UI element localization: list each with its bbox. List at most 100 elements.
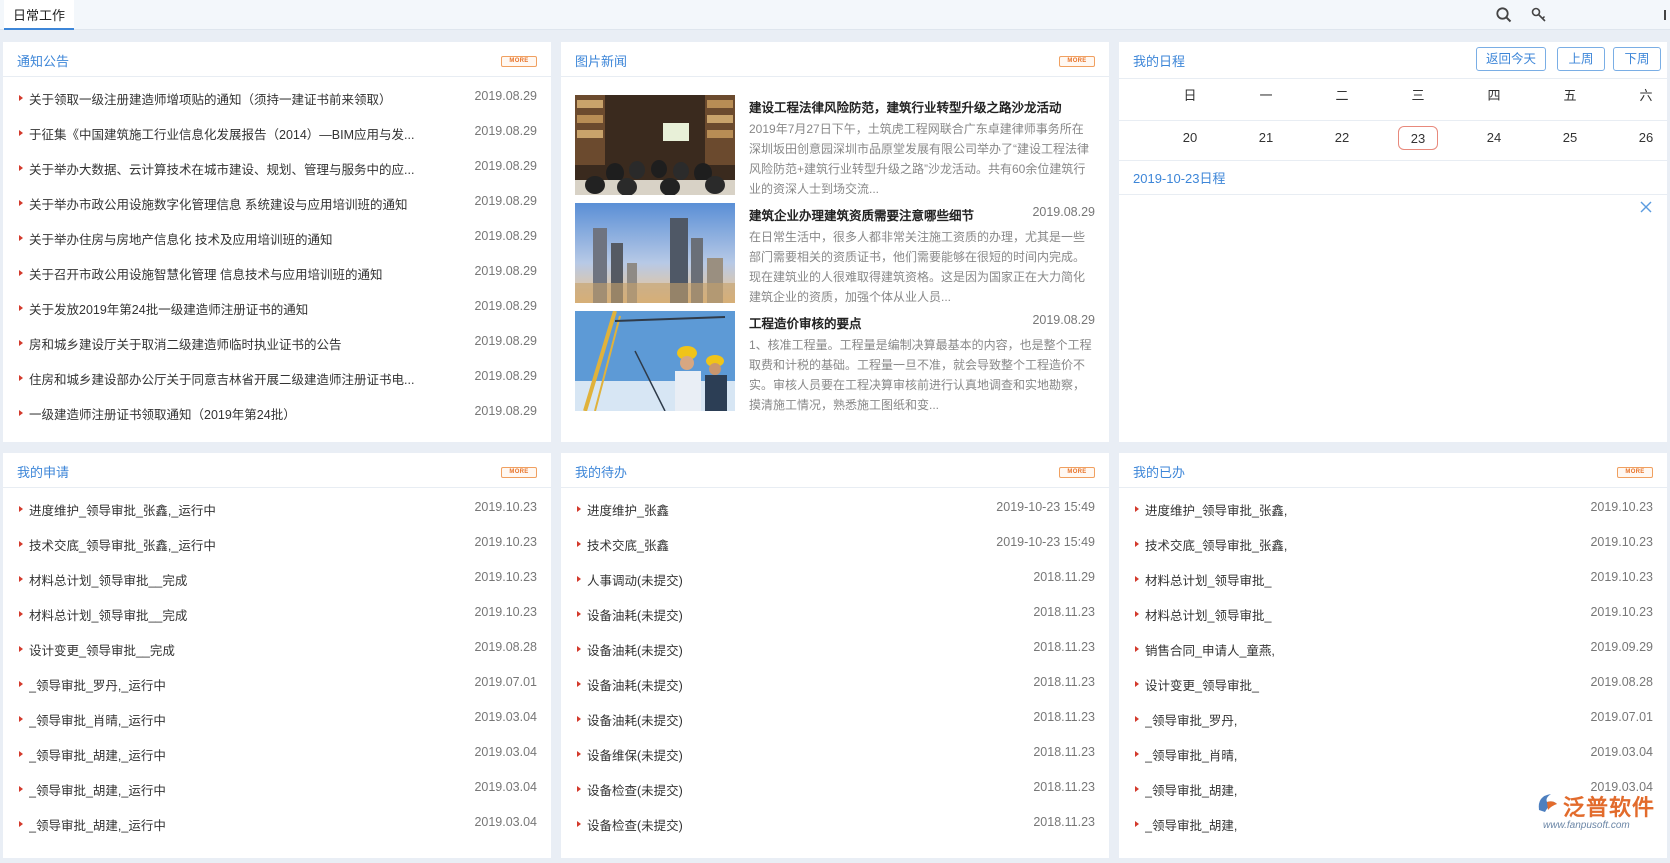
divider: [1119, 78, 1667, 79]
list-item[interactable]: 材料总计划_领导审批_ 2019.10.23: [1119, 597, 1667, 632]
list-item[interactable]: 进度维护_领导审批_张鑫,_运行中 2019.10.23: [3, 492, 551, 527]
list-item[interactable]: 设计变更_领导审批__完成 2019.08.28: [3, 632, 551, 667]
brand-watermark: 泛普软件 www.fanpusoft.com: [1535, 790, 1665, 850]
bullet-icon: [19, 611, 23, 617]
tab-daily-work[interactable]: 日常工作: [4, 0, 75, 30]
bullet-icon: [1135, 541, 1139, 547]
list-item[interactable]: 材料总计划_领导审批__完成 2019.10.23: [3, 562, 551, 597]
list-item[interactable]: 人事调动(未提交) 2018.11.29: [561, 562, 1109, 597]
close-icon[interactable]: [1639, 200, 1653, 214]
more-button[interactable]: MORE: [501, 467, 537, 478]
list-item[interactable]: 关于举办市政公用设施数字化管理信息 系统建设与应用培训班的通知 2019.08.2…: [3, 186, 551, 221]
news-title[interactable]: 建设工程法律风险防范，建筑行业转型升级之路沙龙活动: [749, 97, 1062, 116]
today-button[interactable]: 返回今天: [1476, 47, 1546, 71]
calendar-day[interactable]: 26: [1626, 126, 1666, 150]
list-item[interactable]: 材料总计划_领导审批__完成 2019.10.23: [3, 597, 551, 632]
calendar-panel: 我的日程 返回今天 上周 下周 日 一 二 三 四 五 六 20 21 22 2…: [1119, 42, 1667, 442]
list-item[interactable]: 进度维护_领导审批_张鑫, 2019.10.23: [1119, 492, 1667, 527]
list-item[interactable]: 技术交底_张鑫 2019-10-23 15:49: [561, 527, 1109, 562]
more-button[interactable]: MORE: [1059, 56, 1095, 67]
list-item[interactable]: 设备检查(未提交) 2018.11.23: [561, 772, 1109, 807]
news-item[interactable]: 工程造价审核的要点 2019.08.29 1、核准工程量。工程量是编制决算最基本…: [575, 311, 1095, 412]
list-item[interactable]: _领导审批_罗丹,_运行中 2019.07.01: [3, 667, 551, 702]
calendar-day[interactable]: 20: [1170, 126, 1210, 150]
bullet-icon: [19, 786, 23, 792]
list-item[interactable]: 销售合同_申请人_童燕, 2019.09.29: [1119, 632, 1667, 667]
bullet-icon: [1135, 786, 1139, 792]
divider: [1119, 194, 1667, 195]
list-item[interactable]: 关于召开市政公用设施智慧化管理 信息技术与应用培训班的通知 2019.08.29: [3, 256, 551, 291]
list-item[interactable]: 关于举办大数据、云计算技术在城市建设、规划、管理与服务中的应... 2019.08…: [3, 151, 551, 186]
bullet-icon: [577, 611, 581, 617]
weekday-tue: 二: [1335, 88, 1349, 103]
list-item[interactable]: 设备油耗(未提交) 2018.11.23: [561, 702, 1109, 737]
list-item[interactable]: _领导审批_胡建,_运行中 2019.03.04: [3, 737, 551, 772]
bullet-icon: [19, 270, 23, 276]
calendar-day[interactable]: 21: [1246, 126, 1286, 150]
bullet-icon: [19, 410, 23, 416]
calendar-day[interactable]: 22: [1322, 126, 1362, 150]
brand-logo-icon: [1535, 790, 1561, 816]
weekday-wed: 三: [1411, 88, 1425, 103]
list-item[interactable]: 设计变更_领导审批_ 2019.08.28: [1119, 667, 1667, 702]
more-button[interactable]: MORE: [501, 56, 537, 67]
list-item[interactable]: _领导审批_肖晴,_运行中 2019.03.04: [3, 702, 551, 737]
bullet-icon: [19, 200, 23, 206]
list-item[interactable]: 设备维保(未提交) 2018.11.23: [561, 737, 1109, 772]
panel-title: 我的日程: [1133, 54, 1186, 69]
more-button[interactable]: MORE: [1059, 467, 1095, 478]
news-thumbnail-meeting[interactable]: [575, 95, 735, 195]
list-item[interactable]: 设备油耗(未提交) 2018.11.23: [561, 667, 1109, 702]
bullet-icon: [1135, 821, 1139, 827]
list-item[interactable]: 进度维护_张鑫 2019-10-23 15:49: [561, 492, 1109, 527]
news-title[interactable]: 建筑企业办理建筑资质需要注意哪些细节: [749, 205, 974, 224]
list-item[interactable]: _领导审批_肖晴, 2019.03.04: [1119, 737, 1667, 772]
news-summary: 在日常生活中，很多人都非常关注施工资质的办理，尤其是一些部门需要相关的资质证书，…: [749, 230, 1086, 304]
list-item[interactable]: 设备油耗(未提交) 2018.11.23: [561, 597, 1109, 632]
more-icon[interactable]: [1662, 6, 1668, 24]
news-item[interactable]: 建设工程法律风险防范，建筑行业转型升级之路沙龙活动 2019年7月27日下午，土…: [575, 95, 1095, 196]
news-date: 2019.08.29: [1032, 205, 1095, 219]
key-icon[interactable]: [1530, 6, 1548, 24]
list-item[interactable]: _领导审批_胡建,_运行中 2019.03.04: [3, 772, 551, 807]
more-button[interactable]: MORE: [1617, 467, 1653, 478]
calendar-day[interactable]: 24: [1474, 126, 1514, 150]
list-item[interactable]: _领导审批_胡建,_运行中 2019.03.04: [3, 807, 551, 842]
news-summary: 1、核准工程量。工程量是编制决算最基本的内容，也是整个工程取费和计税的基础。工程…: [749, 338, 1092, 412]
my-todo-panel: 我的待办 MORE 进度维护_张鑫 2019-10-23 15:49 技术交底_张…: [561, 453, 1109, 858]
list-item[interactable]: 技术交底_领导审批_张鑫, 2019.10.23: [1119, 527, 1667, 562]
prev-week-button[interactable]: 上周: [1557, 47, 1605, 71]
calendar-day[interactable]: 25: [1550, 126, 1590, 150]
news-thumbnail-construction[interactable]: [575, 311, 735, 411]
news-thumbnail-buildings[interactable]: [575, 203, 735, 303]
search-icon[interactable]: [1495, 6, 1513, 24]
bullet-icon: [19, 821, 23, 827]
panel-header: 我的日程 返回今天 上周 下周: [1119, 42, 1667, 77]
panel-title: 我的已办: [1133, 465, 1186, 480]
panel-title: 我的待办: [575, 465, 628, 480]
list-item[interactable]: 关于领取一级注册建造师增项贴的通知（须持一建证书前来领取） 2019.08.29: [3, 81, 551, 116]
bullet-icon: [1135, 506, 1139, 512]
weekday-sun: 日: [1183, 88, 1197, 103]
calendar-day-today[interactable]: 23: [1398, 126, 1438, 150]
bullet-icon: [19, 646, 23, 652]
list-item[interactable]: 设备油耗(未提交) 2018.11.23: [561, 632, 1109, 667]
notices-panel: 通知公告 MORE 关于领取一级注册建造师增项贴的通知（须持一建证书前来领取） 2…: [3, 42, 551, 442]
panel-header: 我的申请 MORE: [3, 453, 551, 488]
list-item[interactable]: 技术交底_领导审批_张鑫,_运行中 2019.10.23: [3, 527, 551, 562]
bullet-icon: [19, 95, 23, 101]
list-item[interactable]: 住房和城乡建设部办公厅关于同意吉林省开展二级建造师注册证书电... 2019.08…: [3, 361, 551, 396]
my-applications-panel: 我的申请 MORE 进度维护_领导审批_张鑫,_运行中 2019.10.23 技术…: [3, 453, 551, 858]
top-tab-bar: 日常工作: [0, 0, 1670, 30]
news-item[interactable]: 建筑企业办理建筑资质需要注意哪些细节 2019.08.29 在日常生活中，很多人…: [575, 203, 1095, 304]
list-item[interactable]: _领导审批_罗丹, 2019.07.01: [1119, 702, 1667, 737]
next-week-button[interactable]: 下周: [1613, 47, 1661, 71]
news-title[interactable]: 工程造价审核的要点: [749, 313, 862, 332]
list-item[interactable]: 设备检查(未提交) 2018.11.23: [561, 807, 1109, 842]
list-item[interactable]: 于征集《中国建筑施工行业信息化发展报告（2014）—BIM应用与发... 2019…: [3, 116, 551, 151]
list-item[interactable]: 关于发放2019年第24批一级建造师注册证书的通知 2019.08.29: [3, 291, 551, 326]
list-item[interactable]: 关于举办住房与房地产信息化 技术及应用培训班的通知 2019.08.29: [3, 221, 551, 256]
list-item[interactable]: 材料总计划_领导审批_ 2019.10.23: [1119, 562, 1667, 597]
list-item[interactable]: 房和城乡建设厅关于取消二级建造师临时执业证书的公告 2019.08.29: [3, 326, 551, 361]
list-item[interactable]: 一级建造师注册证书领取通知（2019年第24批） 2019.08.29: [3, 396, 551, 431]
